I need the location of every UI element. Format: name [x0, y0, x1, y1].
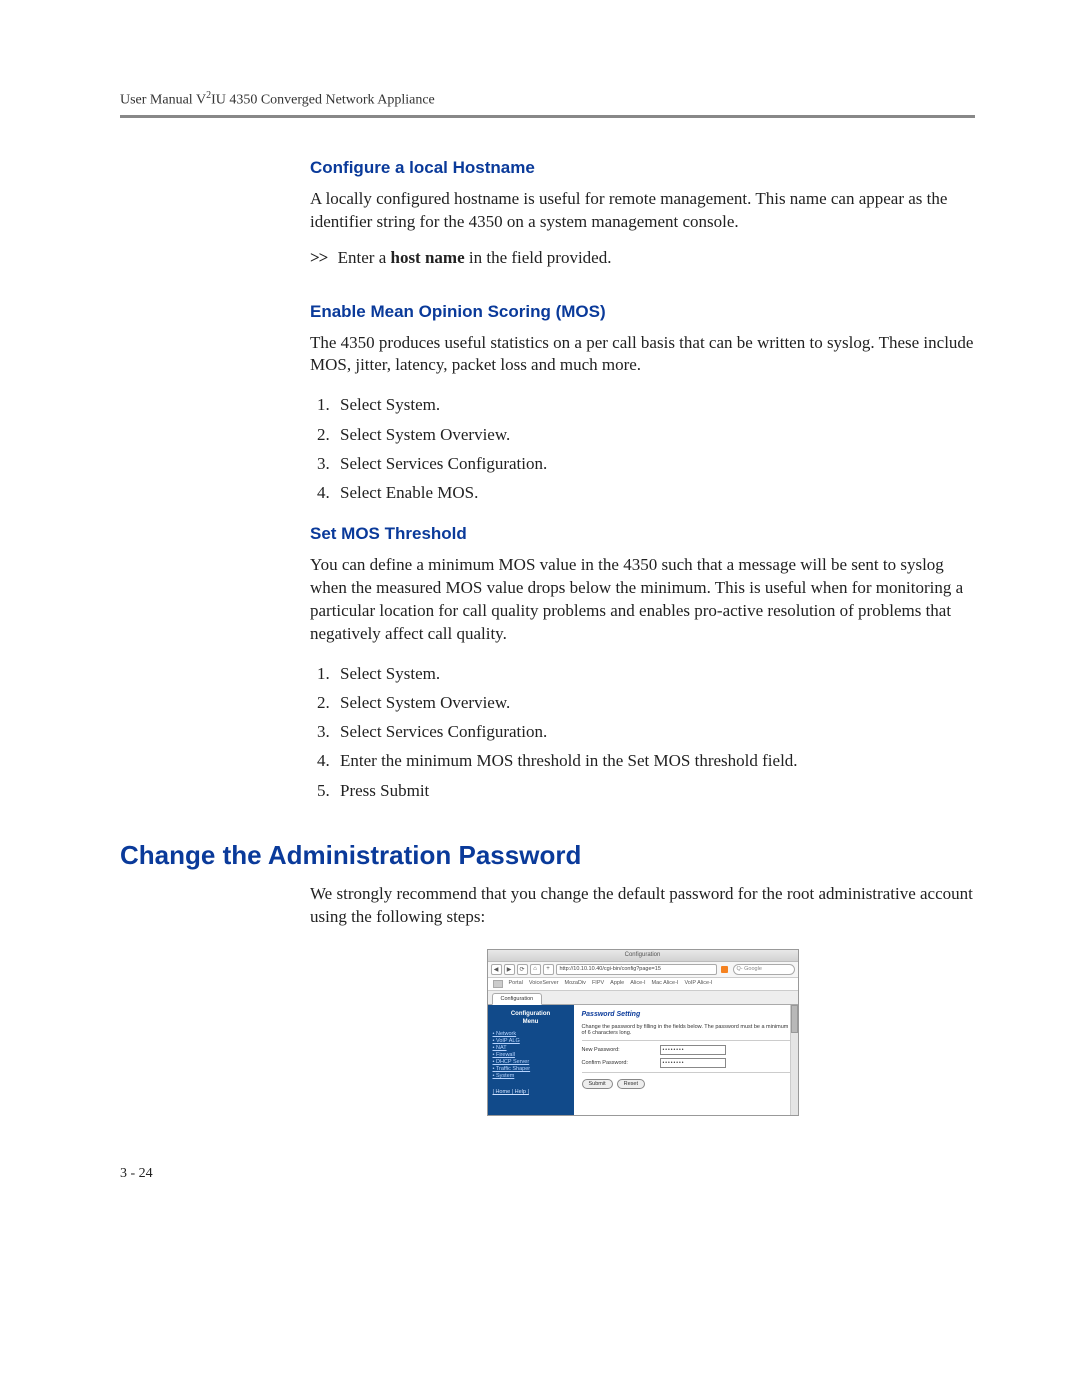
sidebar-link-nat[interactable]: NAT — [499, 1045, 569, 1051]
label-confirm-password: Confirm Password: — [582, 1060, 660, 1066]
bookmark-link[interactable]: Portal — [509, 980, 523, 988]
list-item: Select System Overview. — [334, 421, 975, 448]
bookmark-link[interactable]: VoiceServer — [529, 980, 559, 988]
bookmark-link[interactable]: MozaDiv — [565, 980, 586, 988]
body-text: We strongly recommend that you change th… — [310, 883, 975, 929]
heading-configure-hostname: Configure a local Hostname — [310, 158, 975, 178]
panel-title: Password Setting — [582, 1011, 790, 1018]
search-field[interactable]: Q- Google — [733, 964, 795, 975]
sidebar-link-traffic-shaper[interactable]: Traffic Shaper — [499, 1066, 569, 1072]
list-item: Select System Overview. — [334, 689, 975, 716]
bookmark-link[interactable]: Alice-I — [630, 980, 645, 988]
reload-button[interactable]: ⟳ — [517, 964, 528, 975]
heading-enable-mos: Enable Mean Opinion Scoring (MOS) — [310, 302, 975, 322]
sidebar-link-system[interactable]: System — [499, 1073, 569, 1079]
list-item: Select System. — [334, 391, 975, 418]
tab-bar: Configuration — [488, 991, 798, 1005]
bookmark-link[interactable]: FIPV — [592, 980, 604, 988]
list-item: Press Submit — [334, 777, 975, 804]
reset-button[interactable]: Reset — [617, 1079, 645, 1089]
main-panel: Password Setting Change the password by … — [574, 1005, 798, 1115]
bookmark-link[interactable]: VoIP Alice-I — [684, 980, 712, 988]
sidebar-link-dhcp[interactable]: DHCP Server — [499, 1059, 569, 1065]
sidebar-footer-links[interactable]: | Home | Help | — [493, 1089, 569, 1095]
scrollbar-track[interactable] — [790, 1005, 798, 1115]
label-new-password: New Password: — [582, 1047, 660, 1053]
submit-button[interactable]: Submit — [582, 1079, 613, 1089]
list-item: Select Services Configuration. — [334, 450, 975, 477]
step-line: >> Enter a host name in the field provid… — [310, 248, 975, 268]
list-item: Select Services Configuration. — [334, 718, 975, 745]
menu-icon[interactable] — [493, 980, 503, 988]
body-text: You can define a minimum MOS value in th… — [310, 554, 975, 646]
steps-list-mos: Select System. Select System Overview. S… — [310, 391, 975, 506]
panel-description: Change the password by filling in the fi… — [582, 1024, 790, 1037]
bookmark-link[interactable]: Mac Alice-I — [652, 980, 679, 988]
heading-change-admin-password: Change the Administration Password — [120, 840, 975, 871]
forward-button[interactable]: ▶ — [504, 964, 515, 975]
list-item: Select System. — [334, 660, 975, 687]
sidebar-subtitle: Menu — [493, 1019, 569, 1025]
page-number: 3 - 24 — [120, 1166, 975, 1182]
sidebar-title: Configuration — [493, 1011, 569, 1017]
rss-icon[interactable] — [721, 966, 728, 973]
browser-toolbar: ◀ ▶ ⟳ ⌂ + http://10.10.10.40/cgi-bin/con… — [488, 962, 798, 978]
window-titlebar: Configuration — [488, 950, 798, 962]
steps-list-threshold: Select System. Select System Overview. S… — [310, 660, 975, 804]
body-text: A locally configured hostname is useful … — [310, 188, 975, 234]
list-item: Select Enable MOS. — [334, 479, 975, 506]
embedded-screenshot: Configuration ◀ ▶ ⟳ ⌂ + http://10.10.10.… — [487, 949, 799, 1116]
sidebar-link-firewall[interactable]: Firewall — [499, 1052, 569, 1058]
url-field[interactable]: http://10.10.10.40/cgi-bin/config?page=1… — [556, 964, 717, 975]
home-button[interactable]: ⌂ — [530, 964, 541, 975]
input-new-password[interactable]: •••••••• — [660, 1045, 726, 1055]
scrollbar-thumb[interactable] — [791, 1005, 798, 1033]
back-button[interactable]: ◀ — [491, 964, 502, 975]
running-header: User Manual V2IU 4350 Converged Network … — [120, 90, 975, 109]
sidebar-link-voip-alg[interactable]: VoIP ALG — [499, 1038, 569, 1044]
list-item: Enter the minimum MOS threshold in the S… — [334, 747, 975, 774]
header-rule — [120, 115, 975, 118]
input-confirm-password[interactable]: •••••••• — [660, 1058, 726, 1068]
tab-configuration[interactable]: Configuration — [492, 993, 543, 1005]
bookmarks-bar: Portal VoiceServer MozaDiv FIPV Apple Al… — [488, 978, 798, 991]
sidebar: Configuration Menu Network VoIP ALG NAT … — [488, 1005, 574, 1115]
bookmark-link[interactable]: Apple — [610, 980, 624, 988]
body-text: The 4350 produces useful statistics on a… — [310, 332, 975, 378]
sidebar-link-network[interactable]: Network — [499, 1031, 569, 1037]
heading-set-mos-threshold: Set MOS Threshold — [310, 524, 975, 544]
add-button[interactable]: + — [543, 964, 554, 975]
